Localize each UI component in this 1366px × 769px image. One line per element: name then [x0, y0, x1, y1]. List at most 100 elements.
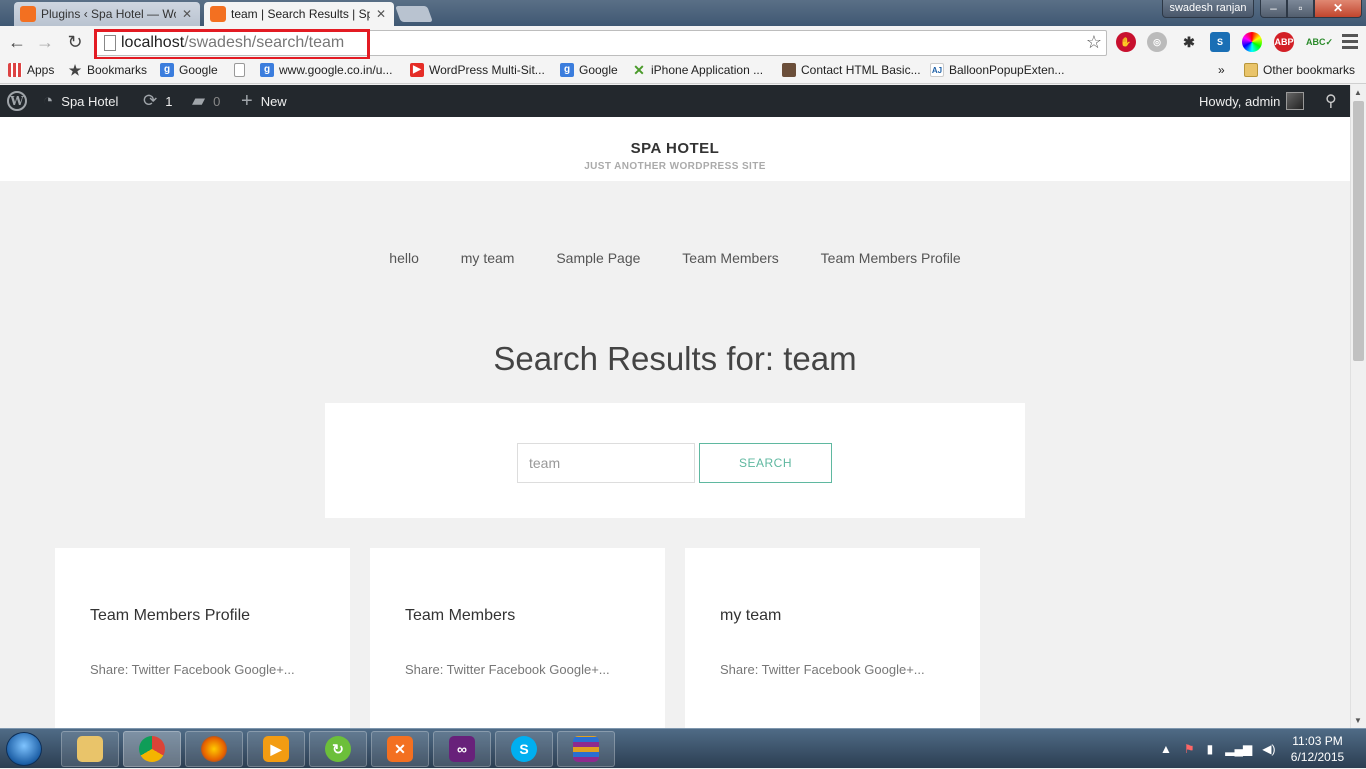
spellcheck-icon[interactable]: ABC✓: [1306, 32, 1333, 52]
scroll-up-icon[interactable]: ▲: [1354, 88, 1362, 97]
adblock-icon[interactable]: ABP: [1274, 32, 1294, 52]
profile-name[interactable]: swadesh ranjan: [1162, 0, 1254, 18]
page-scrollbar[interactable]: ▲ ▼: [1350, 85, 1366, 728]
forward-button[interactable]: →: [34, 31, 56, 53]
taskbar-chrome[interactable]: [123, 731, 181, 767]
minimize-button[interactable]: –: [1260, 0, 1287, 18]
bookmark-google-url[interactable]: g www.google.co.in/u...: [260, 63, 392, 77]
taskbar-visual-studio[interactable]: ∞: [433, 731, 491, 767]
taskbar-winrar[interactable]: [557, 731, 615, 767]
result-share: Share: Twitter Facebook Google+...: [720, 662, 925, 677]
search-button[interactable]: SEARCH: [699, 443, 832, 483]
result-title[interactable]: my team: [720, 607, 781, 625]
bookmark-iphone-app[interactable]: ✕ iPhone Application ...: [632, 63, 763, 77]
volume-icon[interactable]: ◀): [1262, 742, 1275, 756]
updates-menu[interactable]: ⟳ 1: [143, 85, 172, 117]
clock-date: 6/12/2015: [1290, 750, 1345, 764]
circle-extension-icon[interactable]: ◎: [1147, 32, 1167, 52]
bookmark-contact-html[interactable]: Contact HTML Basic...: [782, 63, 921, 77]
bookmark-apps[interactable]: Apps: [8, 63, 54, 77]
taskbar-firefox[interactable]: [185, 731, 243, 767]
nav-item-team-members[interactable]: Team Members: [682, 250, 778, 266]
avatar: [1286, 92, 1305, 110]
bookmark-google-2[interactable]: g Google: [560, 63, 618, 77]
wp-admin-bar: W ◔ Spa Hotel ⟳ 1 ▰ 0 + New Howdy, admin…: [0, 85, 1350, 117]
scroll-down-icon[interactable]: ▼: [1354, 716, 1362, 725]
search-form-card: SEARCH: [325, 403, 1025, 518]
admin-search[interactable]: ⚲: [1325, 85, 1345, 117]
nav-item-sample-page[interactable]: Sample Page: [556, 250, 640, 266]
taskbar-app-green[interactable]: ↻: [309, 731, 367, 767]
nav-item-hello[interactable]: hello: [389, 250, 419, 266]
tab-plugins[interactable]: Plugins ‹ Spa Hotel — Wo ✕: [14, 2, 200, 26]
folder-icon: [1244, 63, 1258, 77]
close-icon[interactable]: ✕: [182, 7, 192, 21]
folder-icon: [77, 736, 103, 762]
comments-count: 0: [213, 93, 221, 109]
tab-title: Plugins ‹ Spa Hotel — Wo: [41, 7, 176, 21]
chrome-menu-icon[interactable]: [1342, 34, 1358, 52]
taskbar-media-player[interactable]: ▶: [247, 731, 305, 767]
new-content-menu[interactable]: + New: [241, 85, 287, 117]
wp-logo-menu[interactable]: W: [7, 85, 27, 117]
bookmark-star-icon[interactable]: ☆: [1086, 32, 1102, 53]
site-name-menu[interactable]: ◔ Spa Hotel: [43, 85, 118, 117]
color-picker-icon[interactable]: [1242, 32, 1262, 52]
nav-item-team-members-profile[interactable]: Team Members Profile: [821, 250, 961, 266]
updates-count: 1: [165, 93, 173, 109]
flag-icon[interactable]: ⚑: [1184, 742, 1195, 756]
bookmark-wordpress-multisite[interactable]: ▶ WordPress Multi-Sit...: [410, 63, 545, 77]
result-title[interactable]: Team Members Profile: [90, 607, 250, 625]
scroll-thumb[interactable]: [1353, 101, 1364, 361]
comments-menu[interactable]: ▰ 0: [192, 85, 220, 117]
nav-item-my-team[interactable]: my team: [461, 250, 515, 266]
network-icon[interactable]: ▂▄▆: [1225, 742, 1252, 756]
taskbar-skype[interactable]: S: [495, 731, 553, 767]
taskbar-xampp[interactable]: ✕: [371, 731, 429, 767]
bookmarks-overflow[interactable]: »: [1218, 63, 1225, 77]
google-icon: g: [260, 63, 274, 77]
tab-strip: Plugins ‹ Spa Hotel — Wo ✕ team | Search…: [0, 0, 1366, 26]
close-icon[interactable]: ✕: [376, 7, 386, 21]
tab-title: team | Search Results | Sp: [231, 7, 370, 21]
page-title: Search Results for: team: [493, 340, 857, 377]
start-button[interactable]: [6, 732, 42, 766]
s-extension-icon[interactable]: S: [1210, 32, 1230, 52]
close-window-button[interactable]: ✕: [1314, 0, 1362, 18]
bookmark-page[interactable]: [234, 63, 250, 77]
youtube-icon: ▶: [410, 63, 424, 77]
show-hidden-icons[interactable]: ▲: [1160, 742, 1172, 756]
maximize-button[interactable]: ▫: [1287, 0, 1314, 18]
bug-extension-icon[interactable]: ✱: [1179, 32, 1199, 52]
battery-icon[interactable]: ▮: [1207, 742, 1214, 756]
search-input[interactable]: [517, 443, 695, 483]
bookmark-other[interactable]: Other bookmarks: [1244, 63, 1355, 77]
reload-button[interactable]: ↻: [64, 31, 86, 53]
tab-search-results[interactable]: team | Search Results | Sp ✕: [204, 2, 394, 26]
new-tab-button[interactable]: [395, 6, 433, 22]
site-title[interactable]: SPA HOTEL: [0, 140, 1350, 157]
google-icon: g: [160, 63, 174, 77]
page-icon: [234, 63, 245, 77]
xampp-icon: [20, 6, 36, 22]
taskbar-clock[interactable]: 11:03 PM 6/12/2015: [1280, 733, 1355, 765]
account-menu[interactable]: Howdy, admin: [1199, 85, 1305, 117]
dashboard-icon: ◔: [43, 91, 54, 110]
taskbar-explorer[interactable]: [61, 731, 119, 767]
bookmark-balloon-popup[interactable]: AJ BalloonPopupExten...: [930, 63, 1064, 77]
clock-time: 11:03 PM: [1292, 734, 1343, 748]
search-icon: ⚲: [1325, 93, 1337, 110]
stop-extension-icon[interactable]: ✋: [1116, 32, 1136, 52]
result-share: Share: Twitter Facebook Google+...: [405, 662, 610, 677]
bookmark-google[interactable]: g Google: [160, 63, 218, 77]
xampp-icon: ✕: [387, 736, 413, 762]
star-icon: ★: [68, 62, 82, 78]
winrar-icon: [573, 736, 599, 762]
back-button[interactable]: ←: [6, 31, 28, 53]
bookmark-bookmarks[interactable]: ★ Bookmarks: [68, 63, 147, 77]
comment-icon: ▰: [192, 91, 206, 110]
result-title[interactable]: Team Members: [405, 607, 515, 625]
skype-icon: S: [511, 736, 537, 762]
refresh-icon: ⟳: [143, 91, 158, 110]
primary-nav: hello my team Sample Page Team Members T…: [0, 250, 1350, 266]
